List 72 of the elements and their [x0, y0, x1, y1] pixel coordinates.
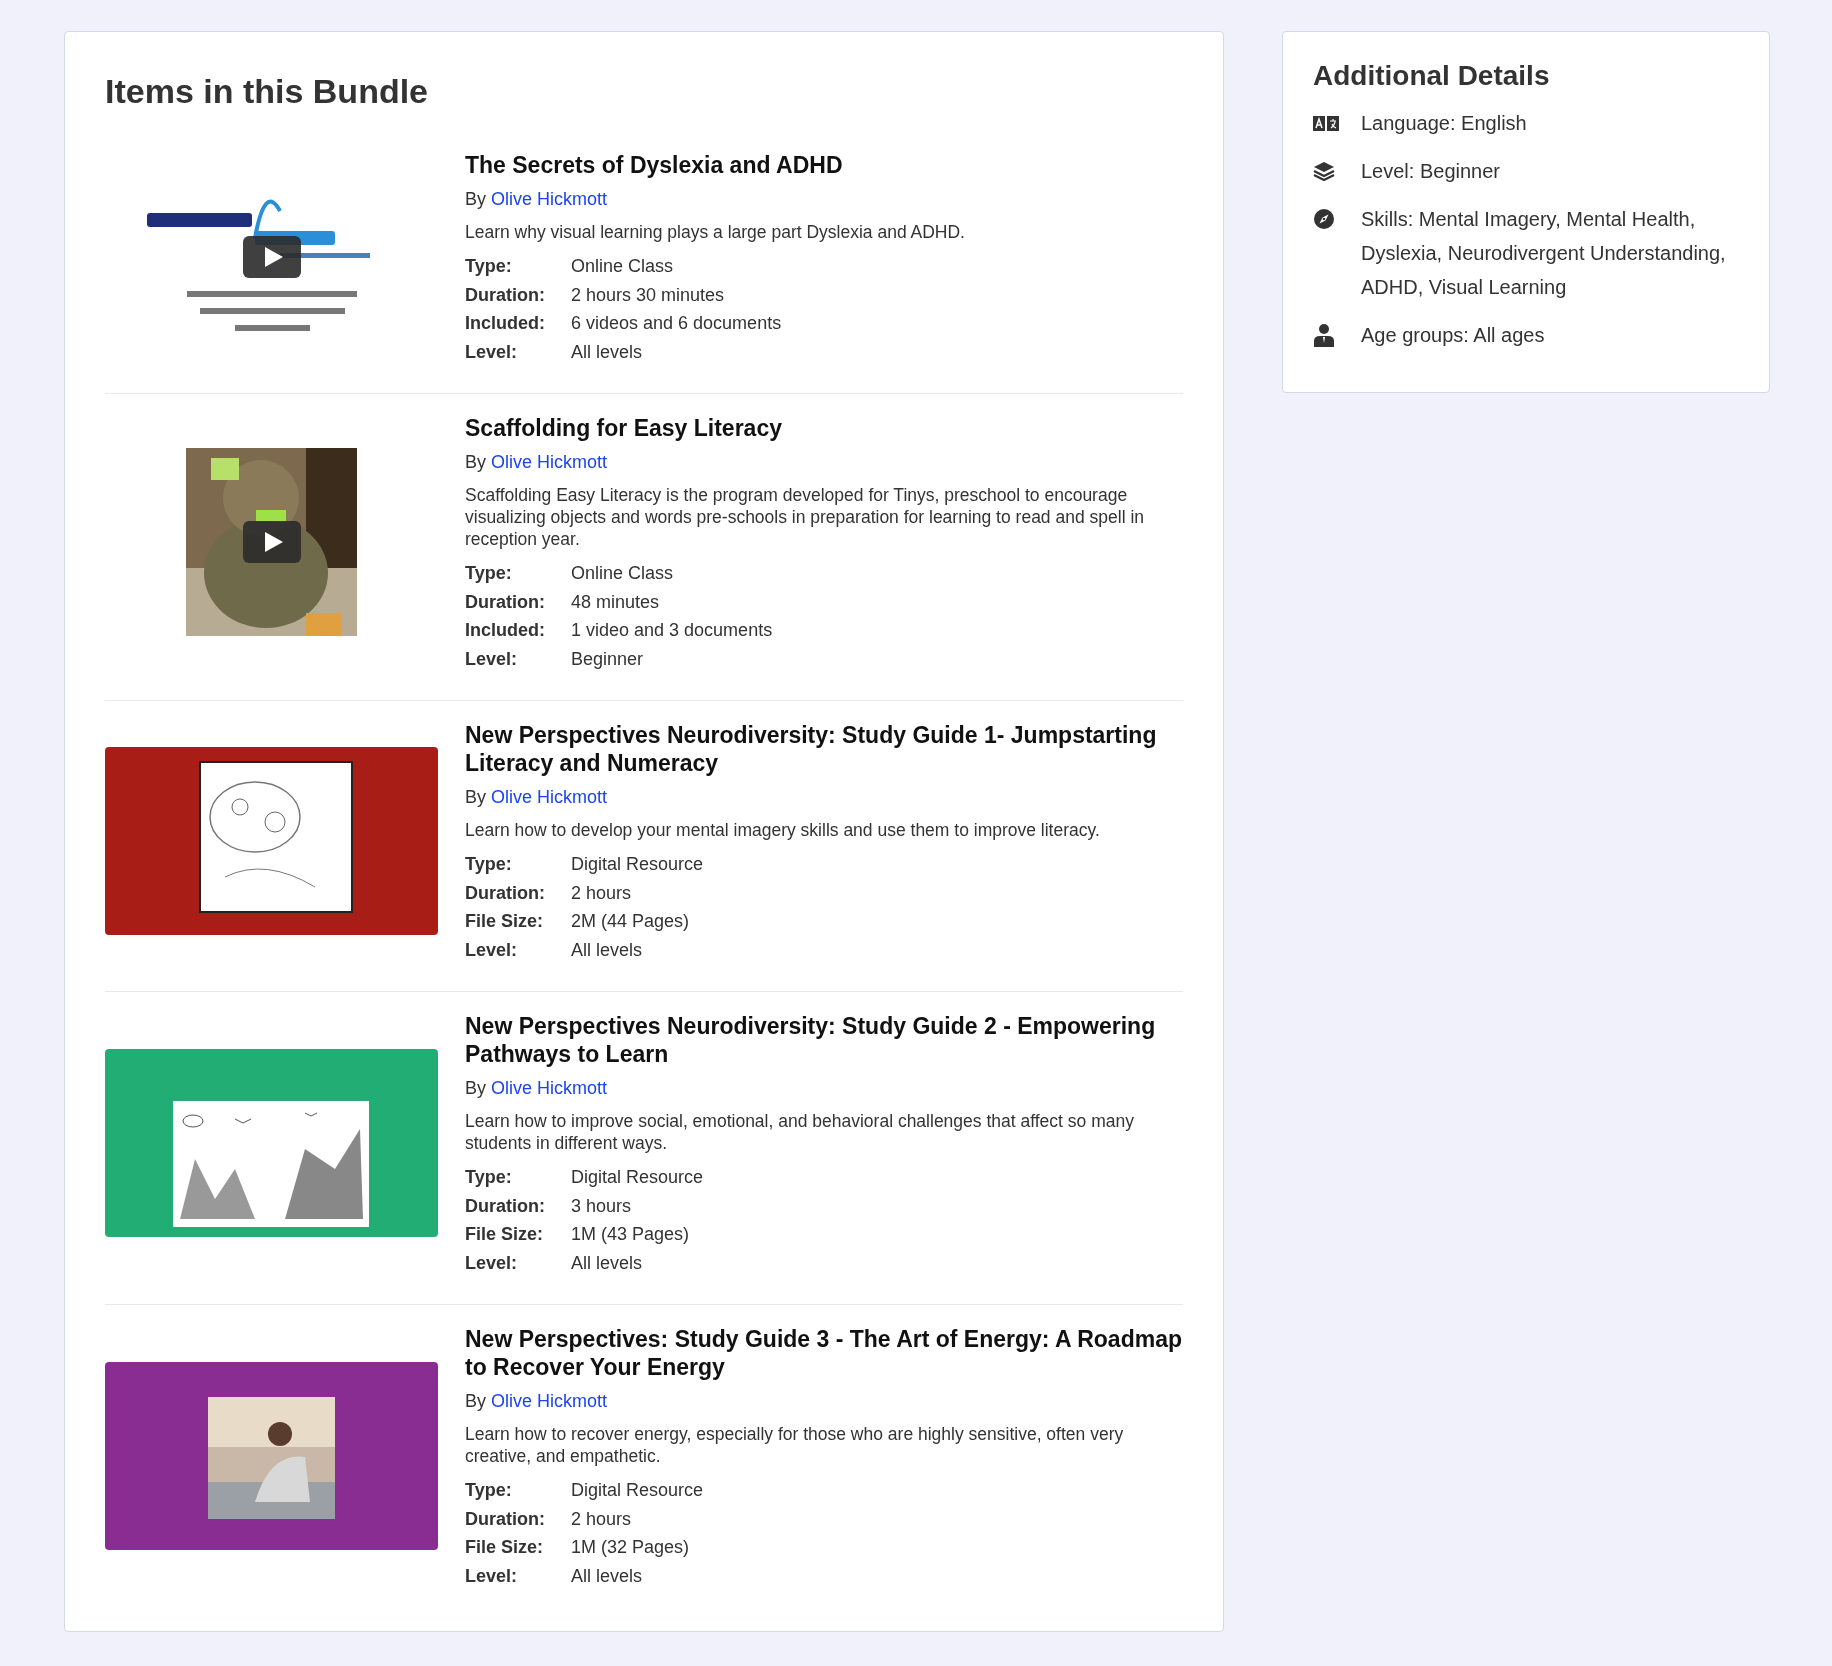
byline-label: By — [465, 452, 486, 472]
compass-icon — [1313, 208, 1335, 230]
item-title[interactable]: New Perspectives Neurodiversity: Study Guide 2 - Empowering Pathways to Learn — [465, 1012, 1183, 1068]
detail-value: 48 minutes — [571, 590, 661, 613]
detail-value: Online Class — [571, 255, 675, 278]
detail-label: Level: — [465, 1251, 519, 1274]
detail-value: Digital Resource — [571, 853, 704, 876]
detail-label: Level: — [465, 1564, 519, 1587]
detail-value: 1 video and 3 documents — [571, 619, 773, 642]
byline-label: By — [465, 787, 486, 807]
item-title[interactable]: New Perspectives: Study Guide 3 - The Art of Energy: A Roadmap to Recover Your Energy — [465, 1325, 1183, 1381]
detail-value: All levels — [571, 340, 644, 363]
detail-label: File Size: — [465, 910, 545, 933]
item-description: Learn how to develop your mental imagery skills and use them to improve literacy. — [465, 819, 1101, 841]
item-title[interactable]: The Secrets of Dyslexia and ADHD — [465, 151, 1183, 179]
author-link[interactable]: Olive Hickmott — [491, 1391, 608, 1411]
detail-value: Beginner — [571, 647, 645, 670]
byline-label: By — [465, 1391, 486, 1411]
item-description: Learn how to improve social, emotional, and behavioral challenges that affect so many students in different ways. — [465, 1110, 1135, 1154]
detail-value: 2M (44 Pages) — [571, 910, 691, 933]
translate-icon — [1313, 115, 1339, 131]
detail-label: Level: — [465, 647, 519, 670]
detail-text: Skills: Mental Imagery, Mental Health, Dyslexia, Neurodivergent Understanding, ADHD, Visual Learning — [1361, 207, 1727, 300]
section-title: Additional Details — [1313, 60, 1551, 92]
detail-value: 6 videos and 6 documents — [571, 312, 782, 335]
detail-value: Online Class — [571, 562, 675, 585]
detail-value: 1M (32 Pages) — [571, 1536, 691, 1559]
detail-text: Age groups: All ages — [1361, 323, 1545, 348]
byline-label: By — [465, 1078, 486, 1098]
detail-label: Duration: — [465, 881, 546, 904]
detail-label: Type: — [465, 1166, 513, 1189]
detail-label: Duration: — [465, 590, 546, 613]
detail-value: Digital Resource — [571, 1479, 704, 1502]
play-icon[interactable] — [243, 521, 301, 563]
play-icon[interactable] — [243, 236, 301, 278]
detail-value: All levels — [571, 938, 644, 961]
layers-icon — [1313, 160, 1335, 182]
author-link[interactable]: Olive Hickmott — [491, 189, 608, 209]
detail-label: File Size: — [465, 1536, 545, 1559]
item-description: Scaffolding Easy Literacy is the program developed for Tinys, preschool to encourage visualizing objects and words pre-schools in preparation for learning to read and spell in reception year. — [465, 484, 1145, 550]
detail-label: Included: — [465, 312, 546, 335]
detail-value: 2 hours — [571, 1507, 633, 1530]
item-description: Learn how to recover energy, especially for those who are highly sensitive, often very creative, and empathetic. — [465, 1423, 1125, 1467]
detail-label: Duration: — [465, 1194, 546, 1217]
detail-value: Digital Resource — [571, 1166, 704, 1189]
byline-label: By — [465, 189, 486, 209]
detail-value: All levels — [571, 1251, 644, 1274]
person-icon — [1313, 323, 1335, 347]
detail-label: Level: — [465, 938, 519, 961]
detail-label: Type: — [465, 255, 513, 278]
item-description: Learn why visual learning plays a large part Dyslexia and ADHD. — [465, 221, 966, 243]
detail-label: Level: — [465, 340, 519, 363]
detail-value: All levels — [571, 1564, 644, 1587]
author-link[interactable]: Olive Hickmott — [491, 452, 608, 472]
detail-value: 2 hours — [571, 881, 633, 904]
detail-label: File Size: — [465, 1223, 545, 1246]
author-link[interactable]: Olive Hickmott — [491, 1078, 608, 1098]
detail-label: Duration: — [465, 283, 546, 306]
detail-text: Language: English — [1361, 111, 1527, 136]
detail-label: Type: — [465, 853, 513, 876]
detail-text: Level: Beginner — [1361, 159, 1500, 184]
author-link[interactable]: Olive Hickmott — [491, 787, 608, 807]
detail-label: Type: — [465, 562, 513, 585]
detail-label: Type: — [465, 1479, 513, 1502]
detail-label: Included: — [465, 619, 546, 642]
item-title[interactable]: Scaffolding for Easy Literacy — [465, 414, 1183, 442]
detail-value: 2 hours 30 minutes — [571, 283, 726, 306]
item-title[interactable]: New Perspectives Neurodiversity: Study Guide 1- Jumpstarting Literacy and Numeracy — [465, 721, 1183, 777]
section-title: Items in this Bundle — [105, 72, 430, 111]
detail-label: Duration: — [465, 1507, 546, 1530]
detail-value: 1M (43 Pages) — [571, 1223, 691, 1246]
detail-value: 3 hours — [571, 1194, 633, 1217]
